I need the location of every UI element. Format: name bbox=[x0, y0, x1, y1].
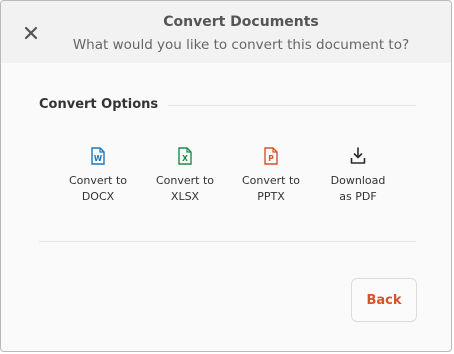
section-title: Convert Options bbox=[39, 97, 159, 112]
convert-to-docx-option[interactable]: W Convert to DOCX bbox=[55, 147, 141, 205]
option-label-pdf: Download as PDF bbox=[330, 174, 386, 203]
convert-dialog: Convert Documents What would you like to… bbox=[0, 0, 452, 352]
dialog-subtitle: What would you like to convert this docu… bbox=[72, 37, 410, 53]
dialog-header: Convert Documents What would you like to… bbox=[1, 1, 451, 63]
convert-to-xlsx-option[interactable]: X Convert to XLSX bbox=[142, 147, 228, 205]
docx-file-icon: W bbox=[91, 147, 105, 165]
download-as-pdf-option[interactable]: Download as PDF bbox=[315, 147, 401, 205]
footer-divider bbox=[39, 241, 416, 242]
convert-to-pptx-option[interactable]: P Convert to PPTX bbox=[228, 147, 314, 205]
dialog-title: Convert Documents bbox=[163, 14, 319, 30]
svg-text:P: P bbox=[268, 154, 274, 163]
section-divider bbox=[168, 105, 416, 106]
svg-text:W: W bbox=[94, 154, 103, 163]
option-label-pptx: Convert to PPTX bbox=[241, 174, 301, 203]
option-label-docx: Convert to DOCX bbox=[68, 174, 128, 203]
option-label-xlsx: Convert to XLSX bbox=[155, 174, 215, 203]
download-icon bbox=[350, 147, 366, 164]
pptx-file-icon: P bbox=[264, 147, 278, 165]
back-button[interactable]: Back bbox=[351, 278, 417, 322]
xlsx-file-icon: X bbox=[178, 147, 192, 165]
svg-text:X: X bbox=[182, 154, 188, 163]
